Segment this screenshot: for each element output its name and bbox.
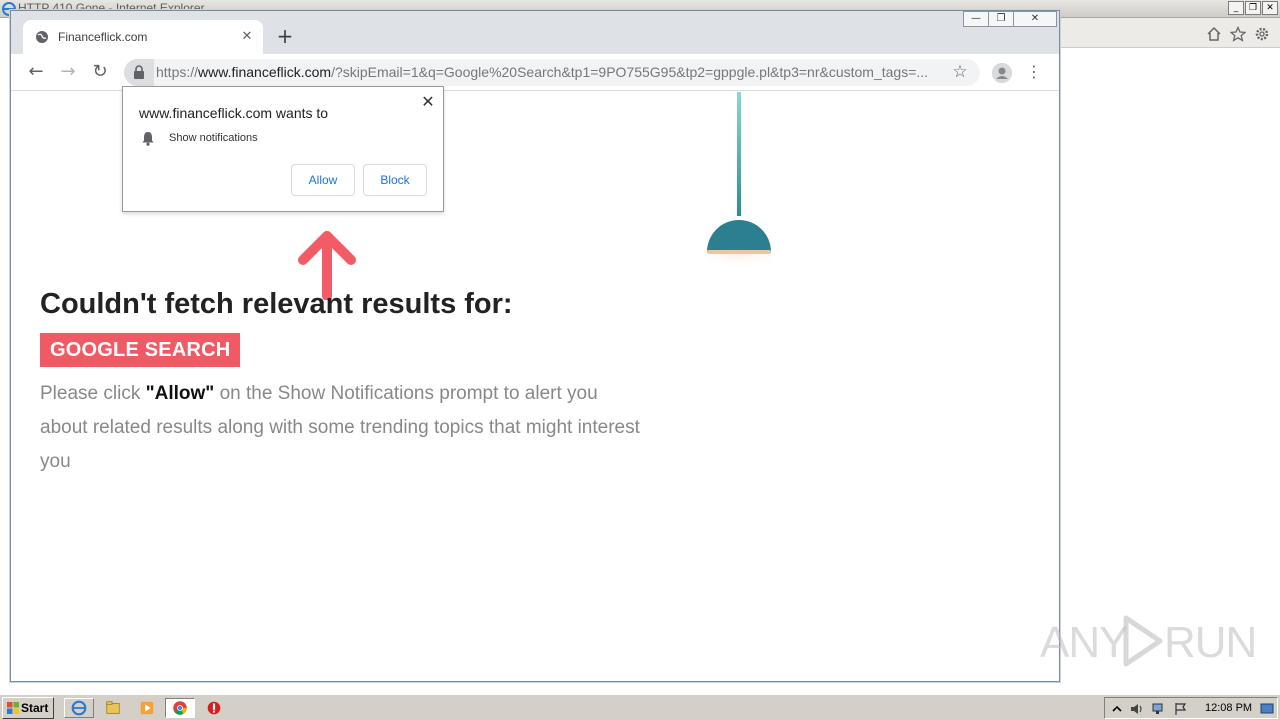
tab-title: Financeflick.com — [58, 30, 148, 44]
chrome-minimize-button[interactable]: — — [963, 11, 989, 27]
volume-icon[interactable] — [1129, 701, 1145, 717]
reload-button[interactable]: ↻ — [88, 60, 112, 84]
notification-permission-popup: www.financeflick.com wants to ✕ Show not… — [122, 86, 444, 212]
allow-button[interactable]: Allow — [291, 164, 355, 196]
ie-toolbar — [1060, 18, 1280, 48]
url-path: /?skipEmail=1&q=Google%20Search&tp1=9PO7… — [331, 64, 929, 80]
ie-restore-button[interactable]: ❐ — [1245, 1, 1261, 15]
chevron-up-icon[interactable] — [1109, 701, 1125, 717]
url-scheme: https:// — [156, 64, 199, 80]
forward-button[interactable]: → — [56, 60, 80, 84]
ie-close-button[interactable]: ✕ — [1262, 1, 1278, 15]
instruction-message: Please click "Allow" on the Show Notific… — [40, 377, 640, 479]
start-button[interactable]: Start — [2, 697, 54, 719]
gear-icon[interactable] — [1254, 26, 1270, 42]
notification-close-icon[interactable]: ✕ — [419, 93, 437, 111]
chrome-close-button[interactable]: ✕ — [1013, 11, 1057, 27]
notification-permission-text: Show notifications — [169, 132, 258, 144]
hanging-lamp-illustration — [701, 92, 777, 272]
profile-avatar-icon[interactable] — [992, 63, 1012, 83]
file-explorer-icon[interactable] — [98, 698, 128, 718]
internet-explorer-icon[interactable] — [64, 698, 94, 718]
lock-icon[interactable] — [124, 59, 154, 86]
back-button[interactable]: ← — [24, 60, 48, 84]
message-pre: Please click — [40, 383, 146, 404]
home-icon[interactable] — [1206, 26, 1222, 42]
tab-financeflick[interactable]: Financeflick.com ✕ — [23, 20, 263, 54]
taskbar: Start 12:08 PM — [0, 694, 1280, 720]
ie-minimize-button[interactable]: _ — [1228, 1, 1244, 15]
notification-title: www.financeflick.com wants to — [139, 105, 329, 121]
url-text[interactable]: https://www.financeflick.com/?skipEmail=… — [156, 64, 936, 80]
menu-icon[interactable]: ⋮ — [1026, 60, 1042, 84]
anyrun-watermark: ANY RUN — [1036, 610, 1257, 670]
watermark-any: ANY — [1040, 618, 1128, 667]
new-tab-button[interactable]: + — [273, 25, 297, 49]
network-icon[interactable] — [1151, 701, 1167, 717]
play-icon — [1123, 615, 1163, 667]
favorites-star-icon[interactable] — [1230, 26, 1246, 42]
search-query-badge: GOOGLE SEARCH — [40, 333, 241, 367]
system-tray: 12:08 PM — [1104, 697, 1278, 719]
watermark-run: RUN — [1164, 618, 1257, 667]
chrome-icon[interactable] — [165, 698, 195, 718]
bell-icon — [142, 132, 154, 146]
tab-strip: Financeflick.com ✕ + — ❐ ✕ — [11, 11, 1059, 54]
url-host: www.financeflick.com — [198, 64, 332, 80]
taskbar-clock: 12:08 PM — [1205, 702, 1253, 714]
show-desktop-icon[interactable] — [1259, 701, 1275, 717]
action-center-flag-icon[interactable] — [1173, 701, 1189, 717]
stop-icon[interactable] — [199, 698, 229, 718]
media-player-icon[interactable] — [132, 698, 162, 718]
address-bar[interactable]: https://www.financeflick.com/?skipEmail=… — [124, 59, 980, 86]
page-headline: Couldn't fetch relevant results for: — [40, 288, 513, 320]
bookmark-star-icon[interactable]: ☆ — [950, 62, 970, 82]
start-label: Start — [21, 701, 49, 715]
windows-flag-icon — [7, 702, 19, 714]
chrome-restore-button[interactable]: ❐ — [988, 11, 1014, 27]
globe-icon — [36, 31, 48, 43]
tab-close-icon[interactable]: ✕ — [239, 29, 255, 45]
block-button[interactable]: Block — [363, 164, 427, 196]
message-allow: "Allow" — [145, 383, 215, 404]
